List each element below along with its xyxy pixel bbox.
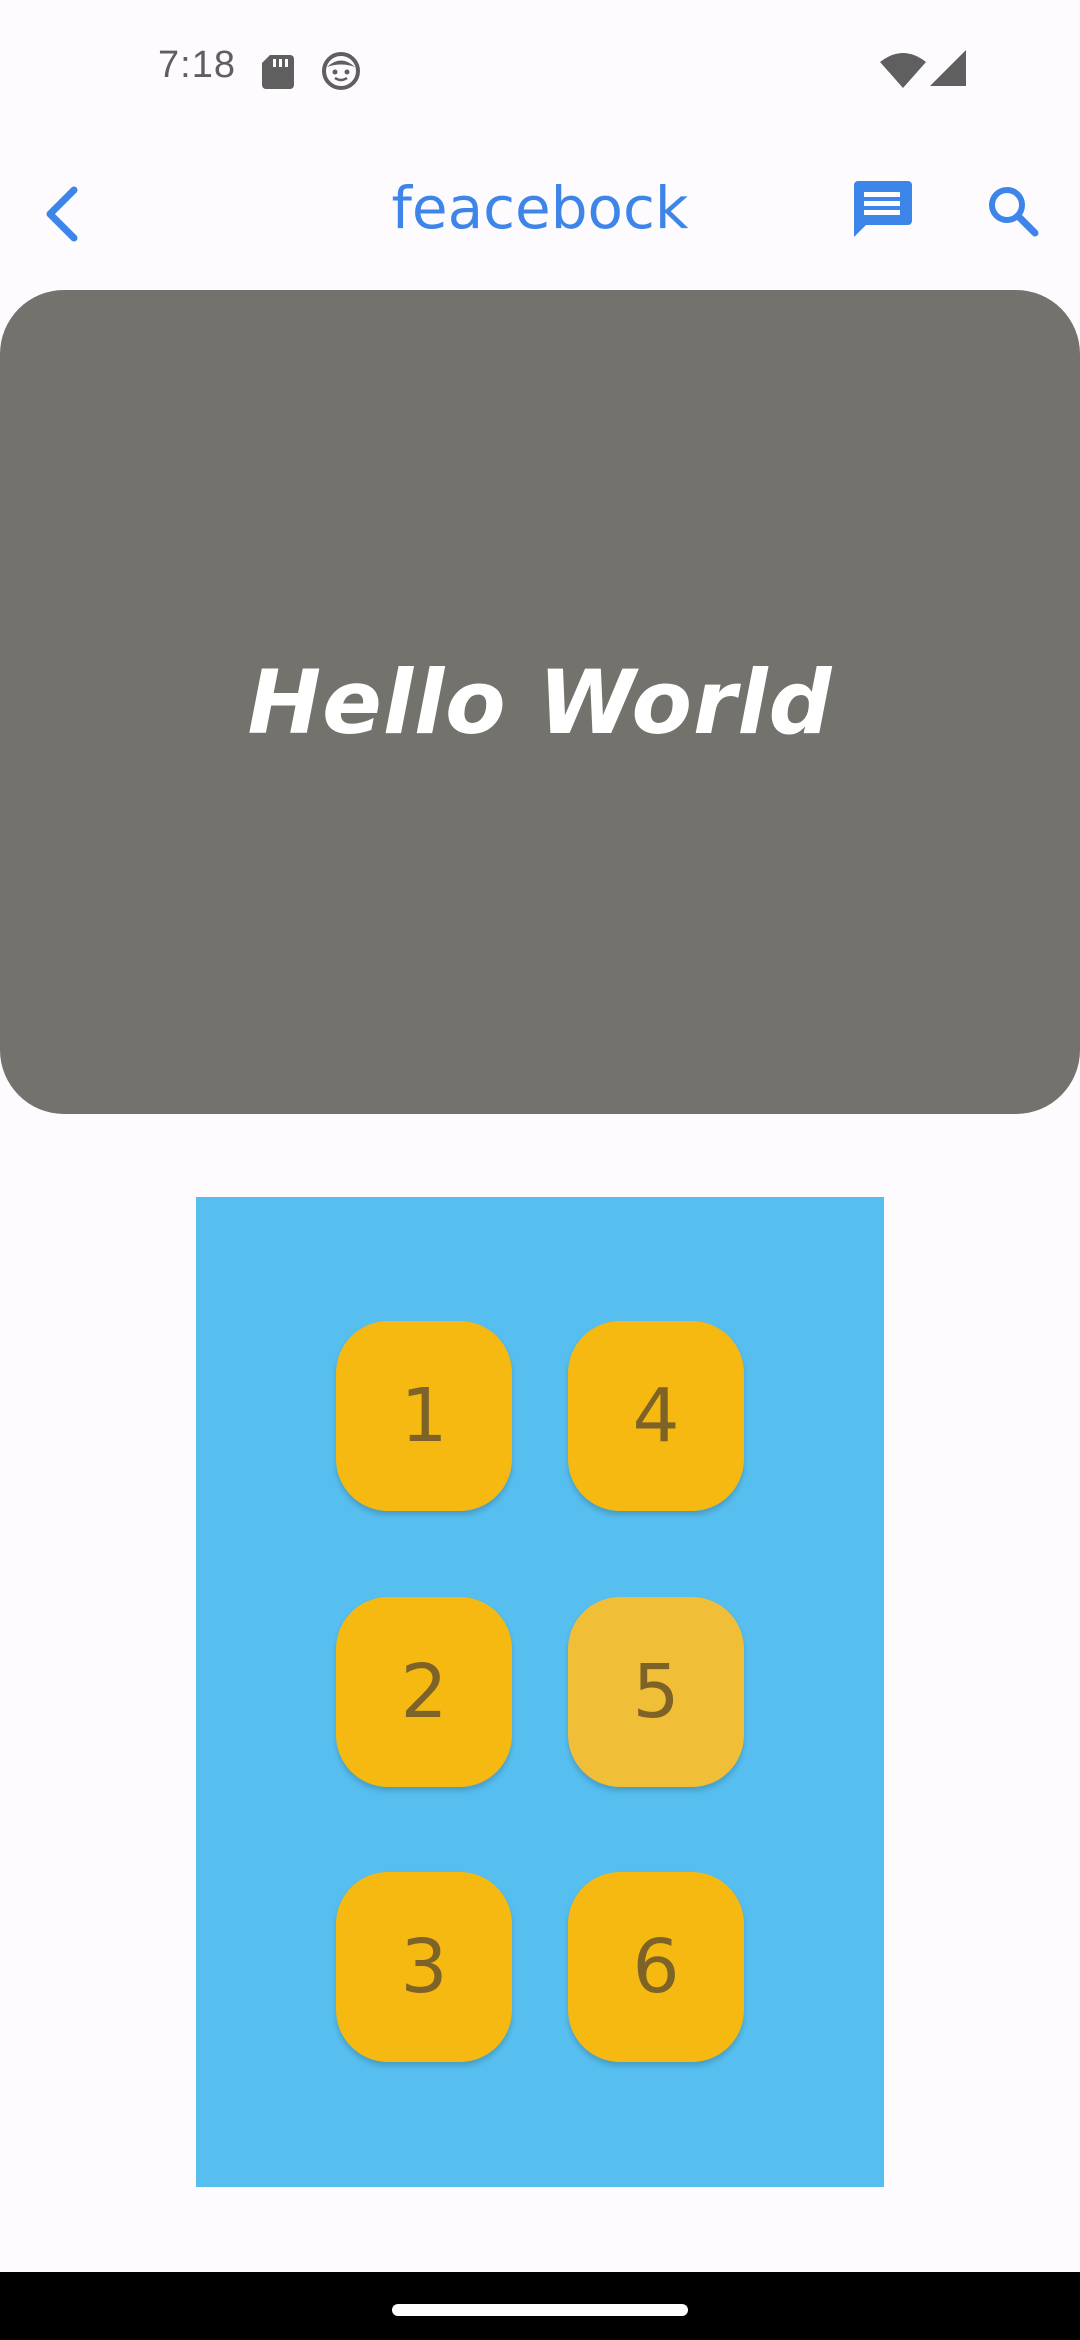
message-icon [854, 181, 912, 237]
app-bar: feacebock [0, 140, 1080, 288]
status-time: 7:18 [158, 44, 236, 86]
app-title: feacebock [391, 174, 689, 242]
status-bar: 7:18 [0, 0, 1080, 140]
message-button[interactable] [846, 174, 918, 246]
tile-4[interactable]: 4 [568, 1321, 744, 1511]
tile-2[interactable]: 2 [336, 1597, 512, 1787]
hero-card: Hello World [0, 290, 1080, 1114]
tile-3[interactable]: 3 [336, 1872, 512, 2062]
face-icon [322, 52, 360, 90]
tile-5[interactable]: 5 [568, 1597, 744, 1787]
navigation-bar [0, 2272, 1080, 2340]
wifi-icon [880, 53, 926, 88]
signal-icon [930, 50, 966, 86]
tile-1[interactable]: 1 [336, 1321, 512, 1511]
search-button[interactable] [978, 176, 1048, 246]
search-icon [989, 187, 1039, 237]
tile-6[interactable]: 6 [568, 1872, 744, 2062]
sd-card-icon [262, 55, 294, 89]
home-handle[interactable] [392, 2304, 688, 2316]
hero-text: Hello World [247, 650, 833, 754]
grid-panel: 1 4 2 5 3 6 [196, 1197, 884, 2187]
